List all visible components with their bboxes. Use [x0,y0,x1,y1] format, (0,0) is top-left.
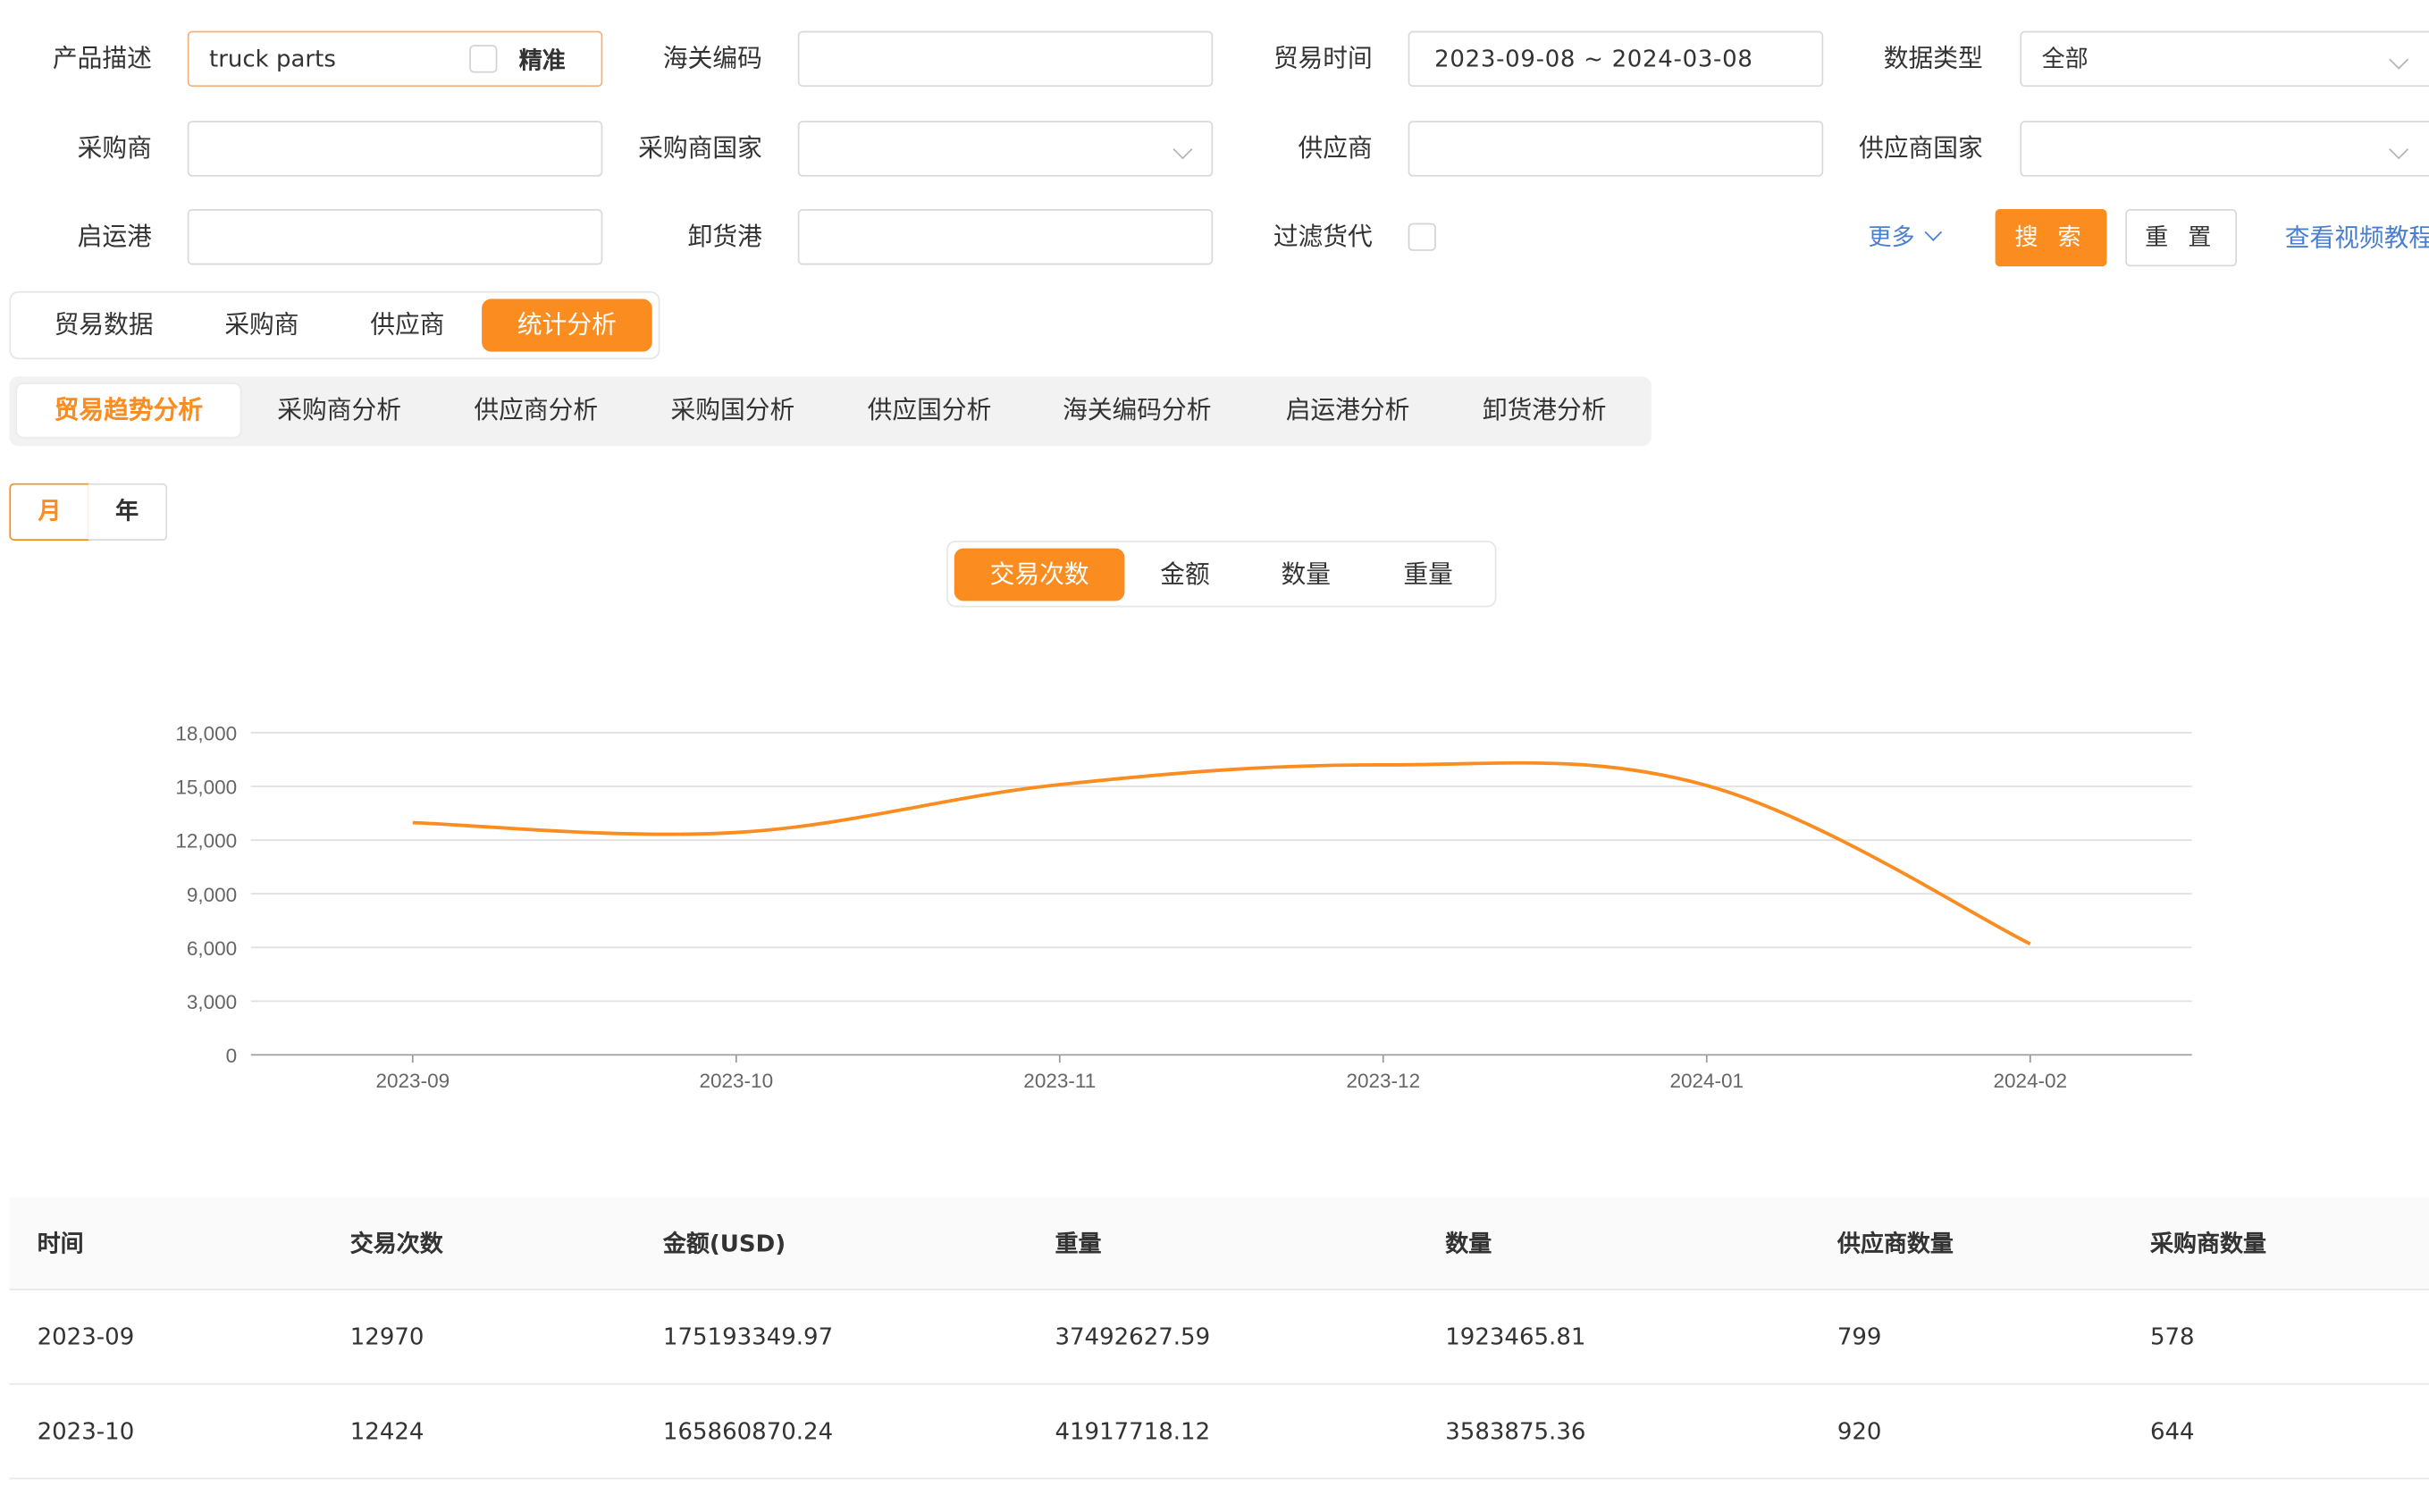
x-tick-label: 2023-11 [1023,1070,1096,1092]
exact-checkbox[interactable] [469,45,498,73]
supplier-label: 供应商 [1298,133,1373,164]
tab-buyer-analysis[interactable]: 采购商分析 [249,384,429,437]
trade-time-label: 贸易时间 [1273,43,1373,73]
table-cell: 165860870.24 [662,1417,834,1446]
tab-metric-quantity[interactable]: 数量 [1258,549,1354,601]
header-cell: 供应商数量 [1836,1230,1954,1258]
main-tabs: 贸易数据 采购商 供应商 统计分析 [9,290,660,360]
hs-code-input[interactable] [797,30,1214,88]
tab-buyers[interactable]: 采购商 [197,299,327,352]
supplier-country-label: 供应商国家 [1859,133,1983,164]
chevron-down-icon [2389,49,2409,70]
table-cell: 578 [2149,1323,2195,1351]
search-button[interactable]: 搜 索 [1995,209,2107,267]
more-filters-toggle[interactable]: 更多 [1868,209,1943,266]
forwarder-filter-label: 过滤货代 [1273,221,1373,251]
tab-hs-code-analysis[interactable]: 海关编码分析 [1037,384,1238,437]
more-label: 更多 [1868,223,1915,251]
header-cell: 金额(USD) [662,1230,786,1258]
chevron-down-icon [2389,139,2409,160]
metric-tabs: 交易次数 金额 数量 重量 [946,540,1497,608]
tab-metric-amount[interactable]: 金额 [1137,549,1232,601]
buyer-input[interactable] [187,121,603,177]
dest-port-label: 卸货港 [687,221,762,251]
buyer-label: 采购商 [77,133,152,164]
table-row: 2023-10 12424 165860870.24 41917718.12 3… [9,1385,2429,1480]
supplier-input[interactable] [1408,121,1824,177]
tab-statistics[interactable]: 统计分析 [482,298,652,352]
tab-metric-weight[interactable]: 重量 [1380,549,1475,601]
chevron-down-icon [1924,223,1943,241]
data-type-label: 数据类型 [1883,43,1983,73]
product-input[interactable]: truck parts 精准 [187,30,603,88]
tab-supplier-analysis[interactable]: 供应商分析 [446,384,626,437]
period-month-button[interactable]: 月 [9,483,90,541]
trade-trend-chart: 18,000 15,000 12,000 9,000 6,000 3,000 0 2023-… [175,723,2192,1092]
series-line [412,760,2031,945]
table-header: 时间 交易次数 金额(USD) 重量 数量 供应商数量 采购商数量 [9,1197,2429,1290]
period-year-button[interactable]: 年 [88,483,168,541]
reset-button[interactable]: 重 置 [2125,209,2238,267]
y-tick-label: 12,000 [175,830,237,853]
buyer-country-select[interactable] [797,121,1214,177]
table-cell: 12424 [349,1417,424,1446]
table-cell: 2023-10 [37,1417,135,1446]
y-tick-label: 9,000 [187,884,237,906]
data-type-select[interactable]: 全部 [2020,30,2429,88]
y-tick-label: 3,000 [187,991,237,1013]
table-cell: 175193349.97 [662,1323,834,1351]
tab-trade-trend[interactable]: 贸易趋势分析 [17,383,240,437]
header-cell: 采购商数量 [2149,1230,2266,1258]
x-tick-label: 2024-02 [1993,1070,2067,1092]
tab-supplier-country-analysis[interactable]: 供应国分析 [840,384,1020,437]
x-tick-label: 2023-12 [1346,1070,1420,1092]
header-cell: 数量 [1445,1230,1492,1258]
y-tick-label: 18,000 [175,723,237,745]
tab-trade-data[interactable]: 贸易数据 [32,299,174,352]
chevron-down-icon [1172,139,1193,160]
table-cell: 799 [1836,1323,1882,1351]
tab-buyer-country-analysis[interactable]: 采购国分析 [643,384,822,437]
table-cell: 920 [1836,1417,1882,1446]
product-input-value: truck parts [209,45,336,73]
buyer-country-label: 采购商国家 [638,133,762,164]
dest-port-input[interactable] [797,209,1214,265]
y-tick-label: 6,000 [187,937,237,960]
y-tick-label: 0 [226,1045,238,1067]
table-cell: 644 [2149,1417,2195,1446]
origin-port-label: 启运港 [77,221,152,251]
product-label: 产品描述 [52,43,152,73]
header-cell: 时间 [37,1230,84,1258]
tab-metric-transactions[interactable]: 交易次数 [954,548,1125,601]
y-tick-label: 15,000 [175,777,237,799]
table-cell: 2023-09 [37,1323,135,1351]
table-cell: 37492627.59 [1055,1323,1211,1351]
header-cell: 重量 [1055,1230,1102,1258]
trade-time-value: 2023-09-08 ~ 2024-03-08 [1434,45,1753,73]
table-cell: 12970 [349,1323,424,1351]
table-cell: 1923465.81 [1445,1323,1586,1351]
x-tick-label: 2024-01 [1669,1070,1744,1092]
tab-origin-port-analysis[interactable]: 启运港分析 [1258,384,1438,437]
trade-time-range-picker[interactable]: 2023-09-08 ~ 2024-03-08 [1408,30,1824,88]
header-cell: 交易次数 [349,1230,443,1258]
origin-port-input[interactable] [187,209,603,265]
supplier-country-select[interactable] [2020,121,2429,177]
forwarder-filter-checkbox[interactable] [1408,223,1436,251]
table-cell: 41917718.12 [1055,1417,1211,1446]
data-type-value: 全部 [2041,45,2089,73]
exact-label: 精准 [518,46,566,75]
analysis-tabs: 贸易趋势分析 采购商分析 供应商分析 采购国分析 供应国分析 海关编码分析 启运… [9,376,1652,447]
table-row: 2023-09 12970 175193349.97 37492627.59 1… [9,1290,2429,1385]
x-tick-label: 2023-09 [375,1070,450,1092]
x-tick-label: 2023-10 [699,1070,773,1092]
table-cell: 3583875.36 [1445,1417,1586,1446]
page: 产品描述 truck parts 精准 海关编码 贸易时间 2023-09-08… [0,0,2429,1512]
video-tutorial-link[interactable]: 查看视频教程 [2285,209,2429,266]
tab-suppliers[interactable]: 供应商 [342,299,473,352]
hs-code-label: 海关编码 [662,43,762,73]
tab-dest-port-analysis[interactable]: 卸货港分析 [1455,384,1635,437]
